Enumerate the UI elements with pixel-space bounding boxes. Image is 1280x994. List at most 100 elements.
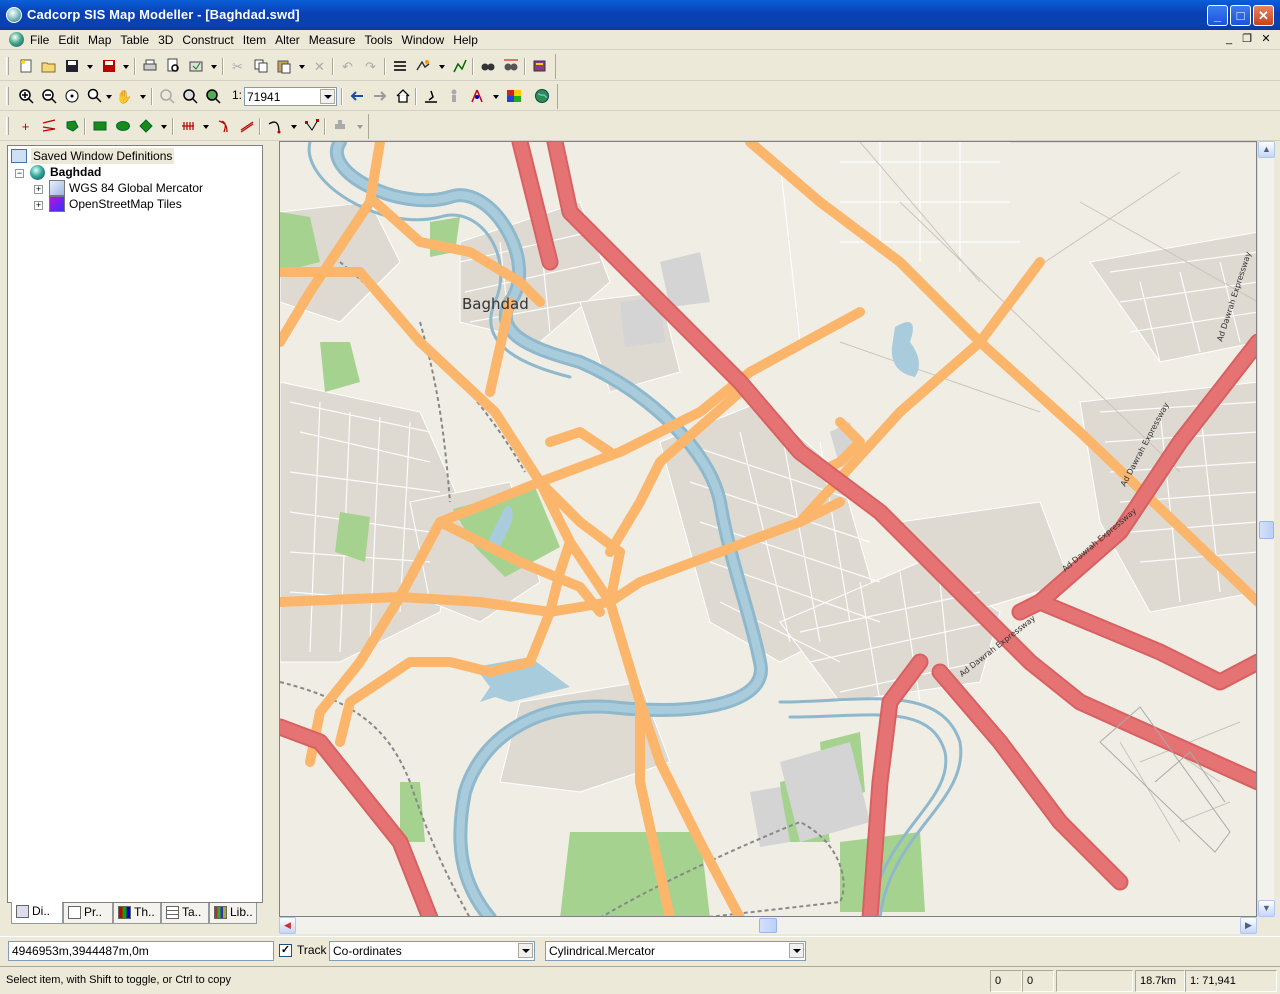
scroll-right-icon[interactable]: ▶ — [1240, 917, 1257, 934]
horizontal-scroll-thumb[interactable] — [759, 918, 777, 933]
saved-window-tree[interactable]: Saved Window Definitions − Baghdad + WGS… — [7, 145, 263, 903]
zoom-in-icon[interactable] — [17, 88, 34, 105]
map-canvas[interactable]: Baghdad Ad Dawrah Expressway Ad Dawrah E… — [280, 142, 1257, 917]
walk-icon[interactable] — [422, 88, 439, 105]
menu-table[interactable]: Table — [120, 33, 149, 47]
colour-palette-icon[interactable] — [505, 88, 522, 105]
print-icon[interactable] — [141, 58, 158, 75]
vertical-scroll-thumb[interactable] — [1259, 521, 1274, 539]
menu-edit[interactable]: Edit — [58, 33, 79, 47]
tree-root[interactable]: Saved Window Definitions — [31, 148, 175, 164]
coordinate-field[interactable]: 4946953m,3944487m,0m — [8, 941, 274, 961]
tab-themes[interactable]: Th.. — [113, 903, 161, 924]
tab-display[interactable]: Di.. — [11, 902, 63, 924]
tab-table[interactable]: Ta.. — [161, 903, 209, 924]
tree-node-wgs84[interactable]: WGS 84 Global Mercator — [69, 180, 203, 196]
chevron-down-icon[interactable] — [87, 65, 93, 69]
curve-icon[interactable] — [266, 118, 283, 135]
copy-icon[interactable] — [252, 58, 269, 75]
chevron-down-icon[interactable] — [140, 95, 146, 99]
menu-window[interactable]: Window — [402, 33, 445, 47]
projection-select[interactable]: Cylindrical.Mercator — [545, 941, 806, 961]
expand-icon[interactable]: + — [34, 201, 43, 210]
parallel-lines-icon[interactable] — [179, 118, 196, 135]
paste-icon[interactable] — [275, 58, 292, 75]
ellipse-icon[interactable] — [114, 118, 131, 135]
menu-map[interactable]: Map — [88, 33, 111, 47]
polyline-icon[interactable] — [40, 118, 57, 135]
chevron-down-icon[interactable] — [291, 125, 297, 129]
maximize-button[interactable]: □ — [1230, 5, 1251, 26]
chevron-down-icon[interactable] — [211, 65, 217, 69]
scale-combo[interactable] — [244, 87, 337, 106]
pan-hand-icon[interactable]: ✋ — [116, 88, 133, 105]
toolbar-grip[interactable] — [6, 57, 9, 75]
document-icon[interactable] — [9, 32, 24, 47]
expand-icon[interactable]: + — [34, 185, 43, 194]
mdi-restore-button[interactable]: ❐ — [1239, 32, 1255, 47]
properties-icon[interactable] — [414, 58, 431, 75]
undo-icon[interactable]: ↶ — [339, 58, 356, 75]
home-icon[interactable] — [394, 88, 411, 105]
layers-icon[interactable] — [391, 58, 408, 75]
coordinate-mode-select[interactable]: Co-ordinates — [329, 941, 535, 961]
map-vertical-scrollbar[interactable]: ▲ ▼ — [1257, 141, 1275, 917]
person-icon[interactable] — [445, 88, 462, 105]
scroll-up-icon[interactable]: ▲ — [1258, 141, 1275, 158]
circle-icon[interactable] — [137, 118, 154, 135]
zoom-out-icon[interactable] — [40, 88, 57, 105]
chevron-down-icon[interactable] — [299, 65, 305, 69]
globe-icon[interactable] — [533, 88, 550, 105]
mdi-close-button[interactable]: ✕ — [1258, 32, 1274, 47]
open-icon[interactable] — [40, 58, 57, 75]
delete-icon[interactable]: ✕ — [311, 58, 328, 75]
chart-icon[interactable] — [451, 58, 468, 75]
menu-alter[interactable]: Alter — [275, 33, 300, 47]
menu-help[interactable]: Help — [453, 33, 478, 47]
minimize-button[interactable]: _ — [1207, 5, 1228, 26]
track-checkbox[interactable]: ✓ — [279, 944, 292, 957]
menu-tools[interactable]: Tools — [364, 33, 392, 47]
arc-icon[interactable] — [215, 118, 232, 135]
collapse-icon[interactable]: − — [15, 169, 24, 178]
toolbar-grip[interactable] — [6, 117, 9, 135]
chevron-down-icon[interactable] — [493, 95, 499, 99]
zoom-extent-icon[interactable] — [181, 88, 198, 105]
find-icon[interactable] — [479, 58, 496, 75]
mdi-minimize-button[interactable]: _ — [1221, 32, 1237, 47]
find-next-icon[interactable] — [502, 58, 519, 75]
chevron-down-icon[interactable] — [439, 65, 445, 69]
scroll-down-icon[interactable]: ▼ — [1258, 900, 1275, 917]
book-icon[interactable] — [531, 58, 548, 75]
map-horizontal-scrollbar[interactable]: ◀ ▶ — [279, 917, 1257, 934]
cut-icon[interactable]: ✂ — [229, 58, 246, 75]
zoom-window-icon[interactable] — [86, 88, 103, 105]
print-setup-icon[interactable] — [187, 58, 204, 75]
polygon-icon[interactable] — [63, 118, 80, 135]
menu-measure[interactable]: Measure — [309, 33, 356, 47]
tab-properties[interactable]: Pr.. — [63, 903, 113, 924]
chevron-down-icon[interactable] — [357, 125, 363, 129]
map-view[interactable]: Baghdad Ad Dawrah Expressway Ad Dawrah E… — [279, 141, 1257, 917]
scroll-left-icon[interactable]: ◀ — [279, 917, 296, 934]
double-line-icon[interactable] — [238, 118, 255, 135]
tab-library[interactable]: Lib.. — [209, 903, 257, 924]
save-as-icon[interactable] — [100, 58, 117, 75]
redo-icon[interactable]: ↷ — [362, 58, 379, 75]
app-icon[interactable] — [6, 7, 22, 23]
rectangle-icon[interactable] — [91, 118, 108, 135]
zoom-selection-icon[interactable] — [158, 88, 175, 105]
save-icon[interactable] — [63, 58, 80, 75]
stamp-icon[interactable] — [331, 118, 348, 135]
chevron-down-icon[interactable] — [320, 89, 335, 104]
menu-file[interactable]: File — [30, 33, 49, 47]
menu-construct[interactable]: Construct — [182, 33, 233, 47]
point-icon[interactable]: + — [17, 118, 34, 135]
back-arrow-icon[interactable] — [348, 88, 365, 105]
chevron-down-icon[interactable] — [161, 125, 167, 129]
node-edit-icon[interactable] — [303, 118, 320, 135]
chevron-down-icon[interactable] — [106, 95, 112, 99]
forward-arrow-icon[interactable] — [371, 88, 388, 105]
chevron-down-icon[interactable] — [518, 943, 533, 958]
chevron-down-icon[interactable] — [789, 943, 804, 958]
